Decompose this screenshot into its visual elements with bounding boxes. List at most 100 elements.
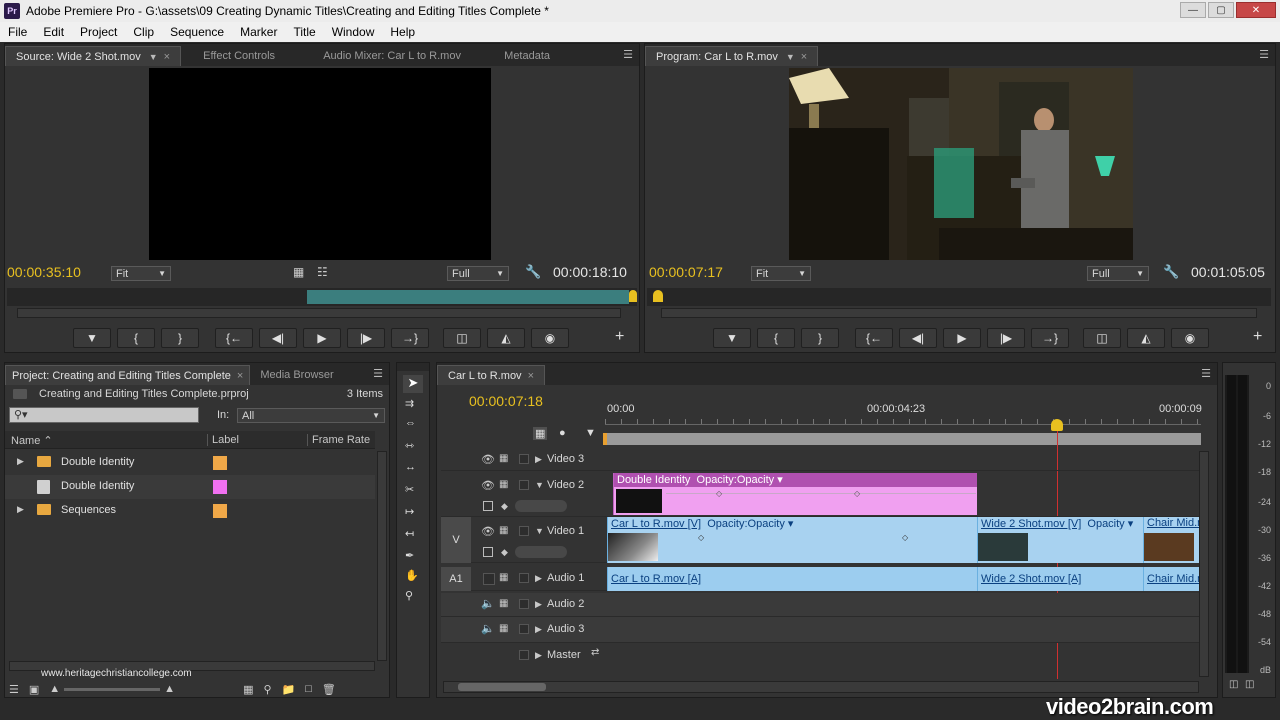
mute-toggle-icon[interactable]	[483, 573, 495, 585]
expand-triangle-icon[interactable]: ▶	[17, 504, 24, 515]
program-playhead-marker[interactable]	[653, 290, 663, 302]
lock-toggle-icon[interactable]	[519, 480, 529, 490]
zoom-small-icon[interactable]: ▲	[49, 683, 60, 695]
keyframe-icon[interactable]: ◇	[854, 489, 860, 498]
export-frame-button[interactable]: ◉	[531, 328, 569, 348]
export-frame-button[interactable]: ◉	[1171, 328, 1209, 348]
tab-effect-controls[interactable]: Effect Controls	[181, 46, 297, 66]
v1-clip[interactable]: Car L to R.mov [V] Opacity:Opacity ▾ ◇ ◇	[607, 517, 977, 563]
column-name[interactable]: Name ⌃	[11, 434, 53, 447]
eye-icon[interactable]: 👁	[481, 453, 495, 466]
rate-stretch-tool-icon[interactable]: ↔	[405, 461, 416, 473]
menu-help[interactable]: Help	[382, 25, 423, 39]
hand-tool-icon[interactable]: ✋	[405, 569, 419, 582]
v1-clip[interactable]: Chair Mid.m	[1143, 517, 1199, 563]
source-patch-a1[interactable]: A1	[441, 567, 471, 591]
list-item[interactable]: ▶ Double Identity	[5, 451, 375, 475]
lift-button[interactable]: ◫	[1083, 328, 1121, 348]
list-item[interactable]: Double Identity	[5, 475, 375, 499]
keyframe-nav-control[interactable]	[515, 500, 567, 512]
tab-metadata[interactable]: Metadata	[487, 46, 567, 66]
panel-menu-icon[interactable]: ☰	[1201, 367, 1211, 380]
expand-triangle-icon[interactable]: ▶	[535, 650, 542, 661]
mark-out-button[interactable]: }	[801, 328, 839, 348]
program-playhead-timecode[interactable]: 00:00:07:17	[649, 264, 723, 280]
program-time-ruler[interactable]	[647, 288, 1271, 306]
tab-program[interactable]: Program: Car L to R.mov ▼ ×	[645, 46, 819, 66]
track-select-tool-icon[interactable]: ⇉	[405, 397, 414, 410]
expand-triangle-icon[interactable]: ▼	[535, 480, 544, 490]
panel-menu-icon[interactable]: ☰	[623, 48, 633, 61]
source-patch-v[interactable]: V	[441, 517, 471, 563]
list-item[interactable]: ▶ Sequences	[5, 499, 375, 523]
project-vertical-scrollbar[interactable]	[377, 451, 387, 661]
find-icon[interactable]: ⚲	[263, 683, 271, 696]
marker-icon[interactable]: ▼	[585, 427, 596, 439]
zoom-tool-icon[interactable]: ⚲	[405, 589, 413, 602]
close-tab-icon[interactable]: ×	[528, 370, 534, 382]
expand-triangle-icon[interactable]: ▶	[535, 624, 542, 635]
step-back-button[interactable]: ◀|	[899, 328, 937, 348]
menu-edit[interactable]: Edit	[35, 25, 72, 39]
column-label[interactable]: Label	[207, 434, 239, 446]
expand-triangle-icon[interactable]: ▶	[17, 456, 24, 467]
work-area-start-handle[interactable]	[603, 433, 607, 445]
close-tab-icon[interactable]: ×	[164, 51, 170, 63]
panel-menu-icon[interactable]: ☰	[1259, 48, 1269, 61]
keyframe-icon[interactable]: ◇	[716, 489, 722, 498]
timeline-horizontal-scrollbar[interactable]	[443, 681, 1199, 693]
safe-margins-icon[interactable]: ▦	[293, 265, 304, 279]
timeline-ruler[interactable]: 00:00 00:00:04:23 00:00:09	[603, 399, 1202, 449]
speaker-icon[interactable]: 🔈	[481, 597, 495, 610]
go-to-in-button[interactable]: {←	[855, 328, 893, 348]
keyframe-icon[interactable]: ◇	[902, 533, 908, 542]
lock-toggle-icon[interactable]	[519, 624, 529, 634]
speaker-icon[interactable]: 🔈	[481, 622, 495, 635]
keyframe-nav-control[interactable]	[515, 546, 567, 558]
source-time-ruler[interactable]	[7, 288, 637, 306]
chevron-down-icon[interactable]: ▼	[786, 52, 795, 62]
program-quality-dropdown[interactable]: Full ▼	[1087, 266, 1149, 281]
step-forward-button[interactable]: |▶	[347, 328, 385, 348]
clip-fx-dropdown[interactable]: Opacity:Opacity	[697, 474, 775, 486]
expand-triangle-icon[interactable]: ▶	[535, 573, 542, 584]
trash-icon[interactable]: 🗑	[322, 683, 336, 696]
menu-title[interactable]: Title	[285, 25, 323, 39]
lock-toggle-icon[interactable]	[519, 526, 529, 536]
button-editor-plus-icon[interactable]: +	[615, 328, 624, 346]
list-view-icon[interactable]: ☰	[9, 683, 19, 696]
add-marker-button[interactable]: ▼	[73, 328, 111, 348]
a1-clip[interactable]: Chair Mid.m	[1143, 567, 1199, 591]
program-zoom-scrollbar[interactable]	[661, 308, 1257, 318]
solo-right-icon[interactable]: ◫	[1245, 679, 1254, 690]
opacity-rubberband[interactable]	[666, 493, 976, 494]
timeline-playhead-timecode[interactable]: 00:00:07:18	[469, 393, 543, 409]
zoom-slider[interactable]	[64, 687, 161, 691]
keyframe-icon[interactable]: ◆	[501, 501, 508, 512]
a1-clip[interactable]: Wide 2 Shot.mov [A]	[977, 567, 1143, 591]
menu-sequence[interactable]: Sequence	[162, 25, 232, 39]
timeline-scroll-thumb[interactable]	[458, 683, 546, 691]
mark-in-button[interactable]: {	[117, 328, 155, 348]
button-editor-plus-icon[interactable]: +	[1253, 328, 1262, 346]
go-to-in-button[interactable]: {←	[215, 328, 253, 348]
rolling-edit-tool-icon[interactable]: ⇿	[405, 439, 414, 452]
tab-project[interactable]: Project: Creating and Editing Titles Com…	[5, 365, 251, 385]
mark-out-button[interactable]: }	[161, 328, 199, 348]
automate-to-sequence-icon[interactable]: ▦	[243, 683, 253, 696]
tab-sequence[interactable]: Car L to R.mov ×	[437, 365, 545, 385]
close-window-button[interactable]: ✕	[1236, 2, 1276, 18]
mark-in-button[interactable]: {	[757, 328, 795, 348]
maximize-button[interactable]: ▢	[1208, 2, 1234, 18]
label-color-swatch[interactable]	[213, 456, 227, 470]
step-back-button[interactable]: ◀|	[259, 328, 297, 348]
expand-triangle-icon[interactable]: ▼	[535, 526, 544, 536]
pen-tool-icon[interactable]: ✒	[405, 549, 414, 562]
playhead-handle[interactable]	[1051, 419, 1063, 431]
eye-icon[interactable]: 👁	[481, 525, 495, 538]
new-bin-icon[interactable]: 📁	[282, 683, 296, 696]
menu-clip[interactable]: Clip	[125, 25, 162, 39]
master-track-expand-icon[interactable]: ⇄	[591, 647, 599, 658]
clip-fx-dropdown[interactable]: Opacity	[1087, 518, 1124, 530]
label-color-swatch[interactable]	[213, 480, 227, 494]
